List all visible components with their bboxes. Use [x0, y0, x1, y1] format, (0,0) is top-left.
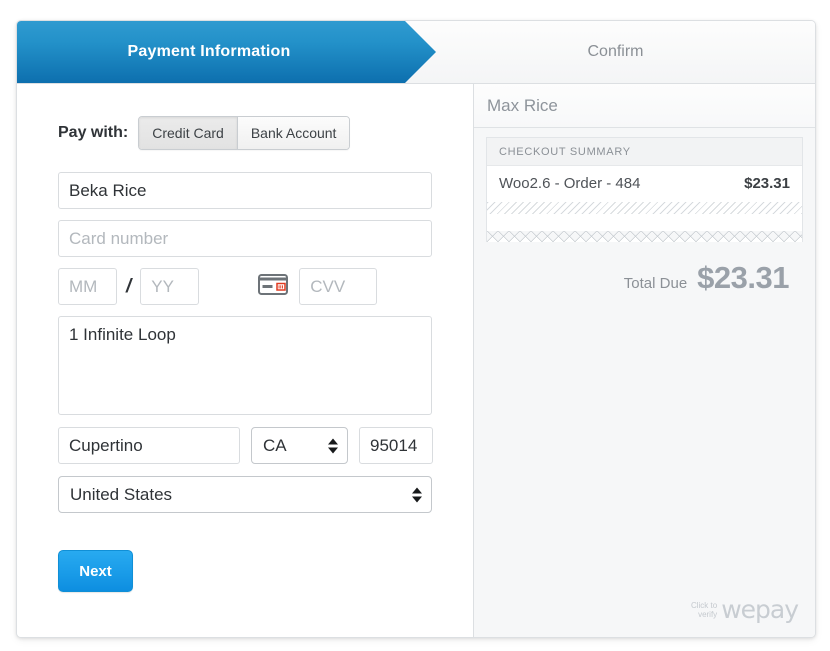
- progress-tabbar: Payment Information Confirm: [17, 21, 815, 84]
- city-state-zip-row: CA: [58, 427, 473, 464]
- wepay-verify-badge[interactable]: Click to verify wepay: [691, 595, 798, 624]
- wepay-verify-line1: Click to: [691, 601, 717, 610]
- pay-with-row: Pay with: Credit Card Bank Account: [58, 116, 473, 150]
- payment-method-toggle[interactable]: Credit Card Bank Account: [138, 116, 350, 150]
- pay-with-label: Pay with:: [58, 124, 128, 142]
- country-select-value: United States: [59, 485, 172, 505]
- expiry-month-input[interactable]: [58, 268, 117, 305]
- expiry-cvv-row: /: [58, 268, 473, 305]
- tab-payment-information-label: Payment Information: [128, 43, 291, 61]
- tab-confirm[interactable]: Confirm: [436, 21, 815, 83]
- wepay-logo: wepay: [721, 595, 798, 624]
- cvv-input[interactable]: [299, 268, 377, 305]
- wepay-verify-text: Click to verify: [691, 601, 717, 619]
- receipt-spacer: [487, 214, 802, 231]
- state-stepper-icon: [328, 438, 338, 453]
- receipt-hatch-strip: [487, 202, 802, 214]
- tab-confirm-label: Confirm: [587, 43, 643, 61]
- receipt-line-item: Woo2.6 - Order - 484 $23.31: [487, 166, 802, 202]
- name-row: [58, 150, 473, 209]
- address-textarea[interactable]: 1 Infinite Loop: [58, 316, 432, 415]
- credit-card-icon: [258, 274, 288, 300]
- wepay-verify-line2: verify: [698, 610, 717, 619]
- card-number-row: [58, 209, 473, 257]
- zip-input[interactable]: [359, 427, 433, 464]
- merchant-header: Max Rice: [474, 84, 815, 128]
- checkout-summary-pane: Max Rice CHECKOUT SUMMARY Woo2.6 - Order…: [473, 84, 815, 638]
- receipt-item-name: Woo2.6 - Order - 484: [499, 175, 640, 192]
- next-button[interactable]: Next: [58, 550, 133, 592]
- expiry-separator: /: [126, 276, 131, 298]
- checkout-body: Pay with: Credit Card Bank Account /: [17, 84, 815, 638]
- receipt-torn-edge-icon: [487, 231, 802, 242]
- receipt-header-label: CHECKOUT SUMMARY: [487, 138, 802, 166]
- address-row: 1 Infinite Loop: [58, 305, 473, 415]
- checkout-card: Payment Information Confirm Pay with: Cr…: [16, 20, 816, 638]
- card-number-input[interactable]: [58, 220, 432, 257]
- total-due-amount: $23.31: [697, 260, 789, 296]
- tab-payment-information[interactable]: Payment Information: [17, 21, 405, 83]
- merchant-name: Max Rice: [487, 96, 558, 116]
- country-stepper-icon: [412, 487, 422, 502]
- receipt: CHECKOUT SUMMARY Woo2.6 - Order - 484 $2…: [486, 137, 803, 242]
- city-input[interactable]: [58, 427, 240, 464]
- tab-arrow-icon: [405, 21, 436, 83]
- payment-method-credit-card[interactable]: Credit Card: [139, 117, 237, 149]
- total-due-row: Total Due $23.31: [474, 242, 815, 296]
- payment-form-pane: Pay with: Credit Card Bank Account /: [17, 84, 473, 638]
- payment-method-bank-account[interactable]: Bank Account: [237, 117, 350, 149]
- state-select[interactable]: CA: [251, 427, 348, 464]
- state-select-value: CA: [252, 436, 287, 456]
- cardholder-name-input[interactable]: [58, 172, 432, 209]
- country-select[interactable]: United States: [58, 476, 432, 513]
- receipt-item-amount: $23.31: [744, 175, 790, 192]
- expiry-year-input[interactable]: [140, 268, 199, 305]
- total-due-label: Total Due: [624, 275, 687, 292]
